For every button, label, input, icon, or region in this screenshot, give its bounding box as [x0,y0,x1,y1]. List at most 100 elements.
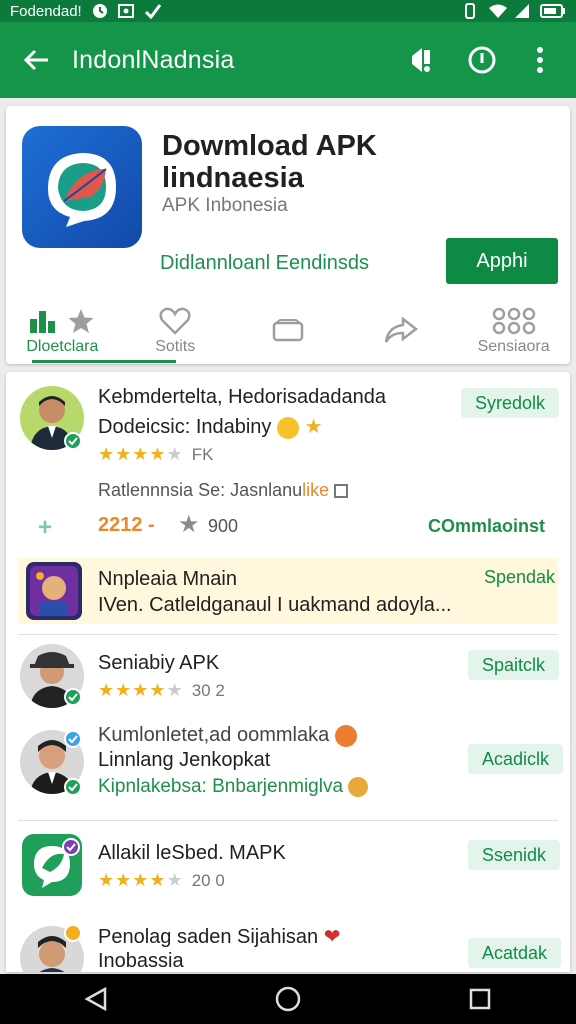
item-action-button[interactable]: Acadiclk [468,744,564,774]
star-empty-icon: ★ [166,870,183,890]
item-title: Nnpleaia Mnain [98,568,237,590]
app-icon [22,126,142,248]
wifi-icon [488,3,507,19]
vibrate-icon [462,3,478,19]
install-button[interactable]: Apphi [446,238,558,284]
item-action-button[interactable]: Ssenidk [468,840,561,870]
item-title: Kebmdertelta, Hedorisadadanda [98,386,386,408]
app-list-card: Kebmdertelta, Hedorisadadanda Dodeicsic:… [6,372,570,972]
alert-button[interactable] [406,42,442,78]
tab-overview[interactable]: Dloetclara [6,296,119,364]
app-header-card: Dowmload APK lindnaesia APK Inbonesia Di… [6,106,570,364]
tab-settings-label: Sensiaora [477,338,550,355]
verified-badge-icon [64,730,82,748]
star-icon: ★ [132,680,149,700]
status-bar: Fodendad! [0,0,576,22]
star-icon: ★ [149,870,166,890]
comment-link[interactable]: COmmlaoinst [428,516,545,537]
nav-recents-button[interactable] [450,974,510,1024]
star-icon: ★ [132,444,149,464]
info-button[interactable] [464,42,500,78]
header-tabs: Dloetclara Sotits Sensiaora [6,296,570,364]
tab-share[interactable] [344,296,457,364]
circle-icon [92,3,108,19]
square-recents-icon [469,988,491,1010]
view-count: 2212 - [98,514,155,536]
item-subtitle: IVen. Catleldganaul I uakmand adoyla... [98,594,452,616]
triangle-back-icon [84,986,107,1012]
item-detail: Kipnlakebsa: Bnbarjenmiglva [98,776,369,798]
item-action-button[interactable]: Syredolk [461,388,560,418]
active-tab-indicator [32,360,176,363]
system-nav-bar [0,974,576,1024]
alert-icon [412,48,430,72]
star-icon [68,309,94,333]
grid-icon [492,307,535,335]
nav-home-button[interactable] [258,974,318,1024]
star-icon: ★ [98,680,115,700]
tab-favorites[interactable]: Sotits [119,296,232,364]
tab-overview-label: Dloetclara [26,338,99,355]
game-thumbnail [26,562,82,620]
nav-back-button[interactable] [66,974,126,1024]
app-title: Dowmload APK lindnaesia [162,130,377,194]
chart-icon [30,311,56,333]
calendar-icon [334,484,349,499]
star-icon: ★ [178,511,200,538]
battery-icon [540,3,566,19]
rating-count: FK [191,444,214,464]
folder-icon [272,319,304,342]
star-icon: ★ [132,870,149,890]
rating-stars: ★ ★ ★ ★ ★ FK [98,444,213,465]
star-count: 900 [208,516,239,536]
item-subtitle: Dodeicsic: Indabiny ★ [98,416,323,439]
item-action-button[interactable]: Spendak [470,562,569,592]
app-subtitle: APK Inbonesia [162,195,288,216]
star-icon: ★ [98,870,115,890]
tab-favorites-label: Sotits [155,338,196,355]
item-title: Penolag saden Sijahisan ❤ [98,926,341,948]
heart-icon [159,307,191,335]
star-icon: ★ [115,870,132,890]
leaf-bubble-icon [48,153,116,227]
item-title: Kumlonletet,ad oommlaka [98,724,357,747]
item-info: Ratlennnsia Se: Jasnlanulike [98,480,349,501]
star-empty-icon: ★ [166,444,183,464]
more-vert-icon [537,47,543,73]
more-button[interactable] [522,42,558,78]
tab-settings[interactable]: Sensiaora [457,296,570,364]
star-emoji-icon: ★ [304,416,323,438]
verified-badge-icon [64,688,82,706]
item-action-button[interactable]: Acatdak [468,938,562,968]
plus-icon[interactable]: + [38,514,52,542]
star-icon: ★ [149,680,166,700]
app-bar-title: IndonlNadnsia [72,45,235,74]
status-app-name: Fodendad! [10,2,82,20]
verified-badge-icon [64,432,82,450]
heart-eyes-emoji-icon [334,724,357,747]
emoji-icon [348,776,369,797]
star-icon: ★ [149,444,166,464]
verified-badge-icon [64,778,82,796]
home-circle-icon [275,986,301,1012]
photo-icon [117,3,134,19]
check-icon [144,3,161,20]
item-title: Seniabiy APK [98,652,220,674]
tab-files[interactable] [232,296,345,364]
app-description-link[interactable]: Didlannloanl Eendinsds [160,252,369,275]
app-bar: IndonlNadnsia [0,22,576,98]
back-button[interactable] [0,22,72,98]
item-title: Allakil leSbed. MAPK [98,842,286,864]
item-action-button[interactable]: Spaitclk [468,650,560,680]
rating-stars: ★ ★ ★ ★ ★ 20 0 [98,870,225,891]
arrow-back-icon [23,49,48,71]
heart-emoji-icon: ❤ [323,926,341,948]
star-empty-icon: ★ [166,680,183,700]
star-icon: ★ [98,444,115,464]
like-label: like [302,480,330,500]
divider [18,634,558,635]
verified-badge-icon [62,838,80,856]
signal-icon [514,3,530,19]
star-icon: ★ [115,444,132,464]
gold-badge-icon [64,924,82,942]
